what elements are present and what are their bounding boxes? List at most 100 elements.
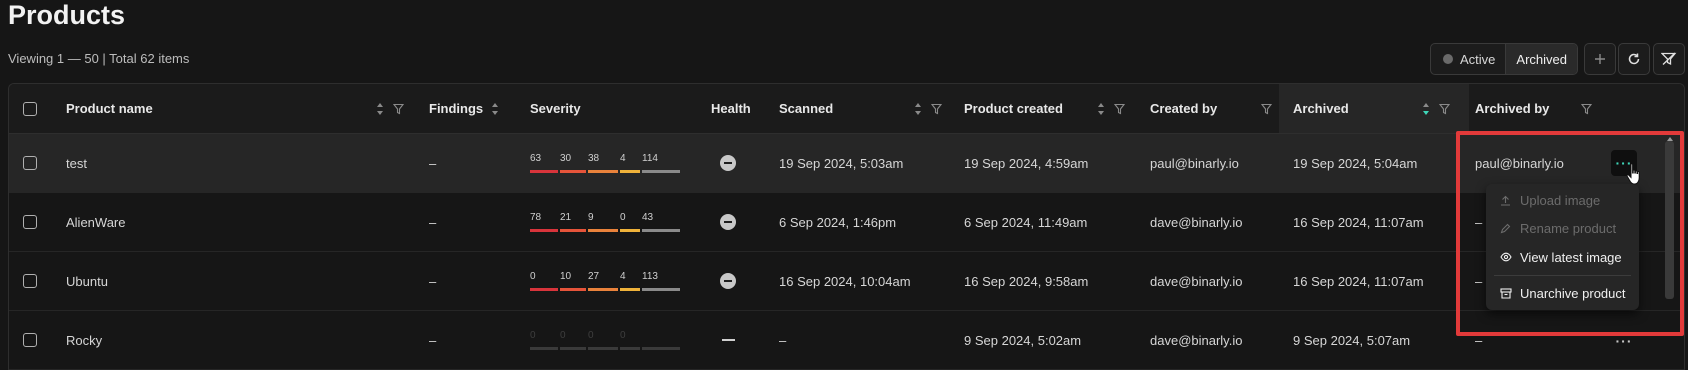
severity-count: 38 bbox=[588, 153, 600, 164]
severity-count: 21 bbox=[560, 212, 572, 223]
findings-value: – bbox=[429, 214, 437, 230]
col-health-label: Health bbox=[711, 101, 751, 116]
scanned-value: 16 Sep 2024, 10:04am bbox=[779, 273, 911, 289]
severity-bar-segment bbox=[588, 288, 618, 291]
toggle-archived[interactable]: Archived bbox=[1505, 44, 1577, 74]
findings-value: – bbox=[429, 273, 437, 289]
filter-icon[interactable] bbox=[1261, 103, 1272, 114]
severity-count: 0 bbox=[530, 271, 536, 282]
severity-bar-segment bbox=[642, 347, 680, 350]
col-product-name-label: Product name bbox=[66, 101, 153, 116]
created-value: 16 Sep 2024, 9:58am bbox=[964, 273, 1089, 289]
severity-segment-critical: 0 bbox=[530, 330, 558, 350]
filter-icon[interactable] bbox=[931, 103, 942, 114]
col-health: Health bbox=[711, 84, 751, 133]
severity-segment-low: 0 bbox=[620, 330, 640, 350]
filter-icon[interactable] bbox=[1439, 103, 1450, 114]
severity-bar-segment bbox=[642, 288, 680, 291]
severity-bar: 0 10 27 4 113 bbox=[530, 271, 682, 291]
filter-icon[interactable] bbox=[1581, 103, 1592, 114]
toggle-active[interactable]: Active bbox=[1431, 44, 1505, 74]
filter-icon[interactable] bbox=[1114, 103, 1125, 114]
product-name[interactable]: Rocky bbox=[66, 311, 102, 369]
severity-bar-segment bbox=[530, 347, 558, 350]
col-archived-label: Archived bbox=[1293, 101, 1349, 116]
sort-icon[interactable] bbox=[1097, 102, 1105, 116]
created-value: 9 Sep 2024, 5:02am bbox=[964, 332, 1082, 348]
product-name[interactable]: test bbox=[66, 134, 87, 192]
severity-bar-segment bbox=[620, 347, 640, 350]
severity-segment-high: 10 bbox=[560, 271, 586, 291]
add-product-button[interactable] bbox=[1584, 43, 1616, 75]
table-row[interactable]: Ubuntu – 0 10 27 4 113 16 Sep 2024, 10:04am … bbox=[9, 252, 1684, 311]
severity-segment-high: 0 bbox=[560, 330, 586, 350]
refresh-button[interactable] bbox=[1618, 43, 1650, 75]
severity-segment-info: 43 bbox=[642, 212, 680, 232]
col-archived-by-label: Archived by bbox=[1475, 101, 1550, 116]
row-checkbox[interactable] bbox=[23, 156, 37, 170]
scanned-value: – bbox=[779, 332, 787, 348]
severity-count: 113 bbox=[642, 271, 658, 282]
products-table: Product name Findings Severity Health Sc… bbox=[8, 83, 1685, 370]
created-value: 6 Sep 2024, 11:49am bbox=[964, 214, 1088, 230]
severity-bar-segment bbox=[560, 170, 586, 173]
findings-value: – bbox=[429, 332, 437, 348]
row-checkbox[interactable] bbox=[23, 333, 37, 347]
row-checkbox[interactable] bbox=[23, 274, 37, 288]
table-row[interactable]: Rocky – 0 0 0 0 – 9 Sep 2024, 5:02am dave@b… bbox=[9, 311, 1684, 370]
col-created-by[interactable]: Created by bbox=[1150, 84, 1217, 133]
severity-bar: 0 0 0 0 bbox=[530, 330, 682, 350]
product-name[interactable]: AlienWare bbox=[66, 193, 125, 251]
clear-filters-button[interactable] bbox=[1653, 43, 1685, 75]
filter-icon[interactable] bbox=[393, 103, 404, 114]
health-neutral-icon bbox=[720, 214, 736, 230]
severity-segment-medium: 0 bbox=[588, 330, 618, 350]
health-none-icon bbox=[722, 339, 735, 341]
col-findings[interactable]: Findings bbox=[429, 84, 483, 133]
severity-segment-high: 30 bbox=[560, 153, 586, 173]
sort-icon[interactable] bbox=[914, 102, 922, 116]
created-by-value: dave@binarly.io bbox=[1150, 273, 1243, 289]
product-name[interactable]: Ubuntu bbox=[66, 252, 108, 310]
severity-segment-critical: 0 bbox=[530, 271, 558, 291]
col-archived-by[interactable]: Archived by bbox=[1475, 84, 1549, 133]
severity-segment-low: 4 bbox=[620, 271, 640, 291]
severity-count: 9 bbox=[588, 212, 594, 223]
col-product-name[interactable]: Product name bbox=[66, 84, 153, 133]
severity-segment-low: 4 bbox=[620, 153, 640, 173]
select-all-cell bbox=[23, 84, 37, 133]
severity-bar-segment bbox=[530, 229, 558, 232]
table-row[interactable]: AlienWare – 78 21 9 0 43 6 Sep 2024, 1:46pm … bbox=[9, 193, 1684, 252]
findings-value: – bbox=[429, 155, 437, 171]
created-by-value: dave@binarly.io bbox=[1150, 332, 1243, 348]
page-title: Products bbox=[8, 0, 126, 30]
sort-active-icon[interactable] bbox=[1422, 102, 1430, 116]
scanned-value: 6 Sep 2024, 1:46pm bbox=[779, 214, 897, 230]
select-all-checkbox[interactable] bbox=[23, 101, 37, 116]
severity-count: 4 bbox=[620, 271, 626, 282]
table-row[interactable]: test – 63 30 38 4 114 19 Sep 2024, 5:03am 19… bbox=[9, 134, 1684, 193]
severity-bar-segment bbox=[642, 170, 680, 173]
row-checkbox[interactable] bbox=[23, 215, 37, 229]
pagination-summary: Viewing 1 — 50 | Total 62 items bbox=[8, 51, 190, 66]
severity-bar-segment bbox=[620, 170, 640, 173]
severity-bar-segment bbox=[620, 229, 640, 232]
severity-count: 63 bbox=[530, 153, 542, 164]
archived-value: 9 Sep 2024, 5:07am bbox=[1293, 332, 1411, 348]
severity-count: 0 bbox=[560, 330, 566, 341]
sort-icon[interactable] bbox=[491, 102, 499, 116]
severity-segment-medium: 9 bbox=[588, 212, 618, 232]
archived-value: 19 Sep 2024, 5:04am bbox=[1293, 155, 1418, 171]
severity-bar-segment bbox=[642, 229, 680, 232]
col-scanned-label: Scanned bbox=[779, 101, 834, 116]
severity-count: 114 bbox=[642, 153, 658, 164]
severity-bar-segment bbox=[588, 347, 618, 350]
col-scanned[interactable]: Scanned bbox=[779, 84, 833, 133]
scanned-value: 19 Sep 2024, 5:03am bbox=[779, 155, 904, 171]
severity-segment-medium: 38 bbox=[588, 153, 618, 173]
col-product-created[interactable]: Product created bbox=[964, 84, 1063, 133]
severity-segment-low: 0 bbox=[620, 212, 640, 232]
severity-bar-segment bbox=[560, 347, 586, 350]
sort-icon[interactable] bbox=[376, 102, 384, 116]
severity-count: 78 bbox=[530, 212, 542, 223]
